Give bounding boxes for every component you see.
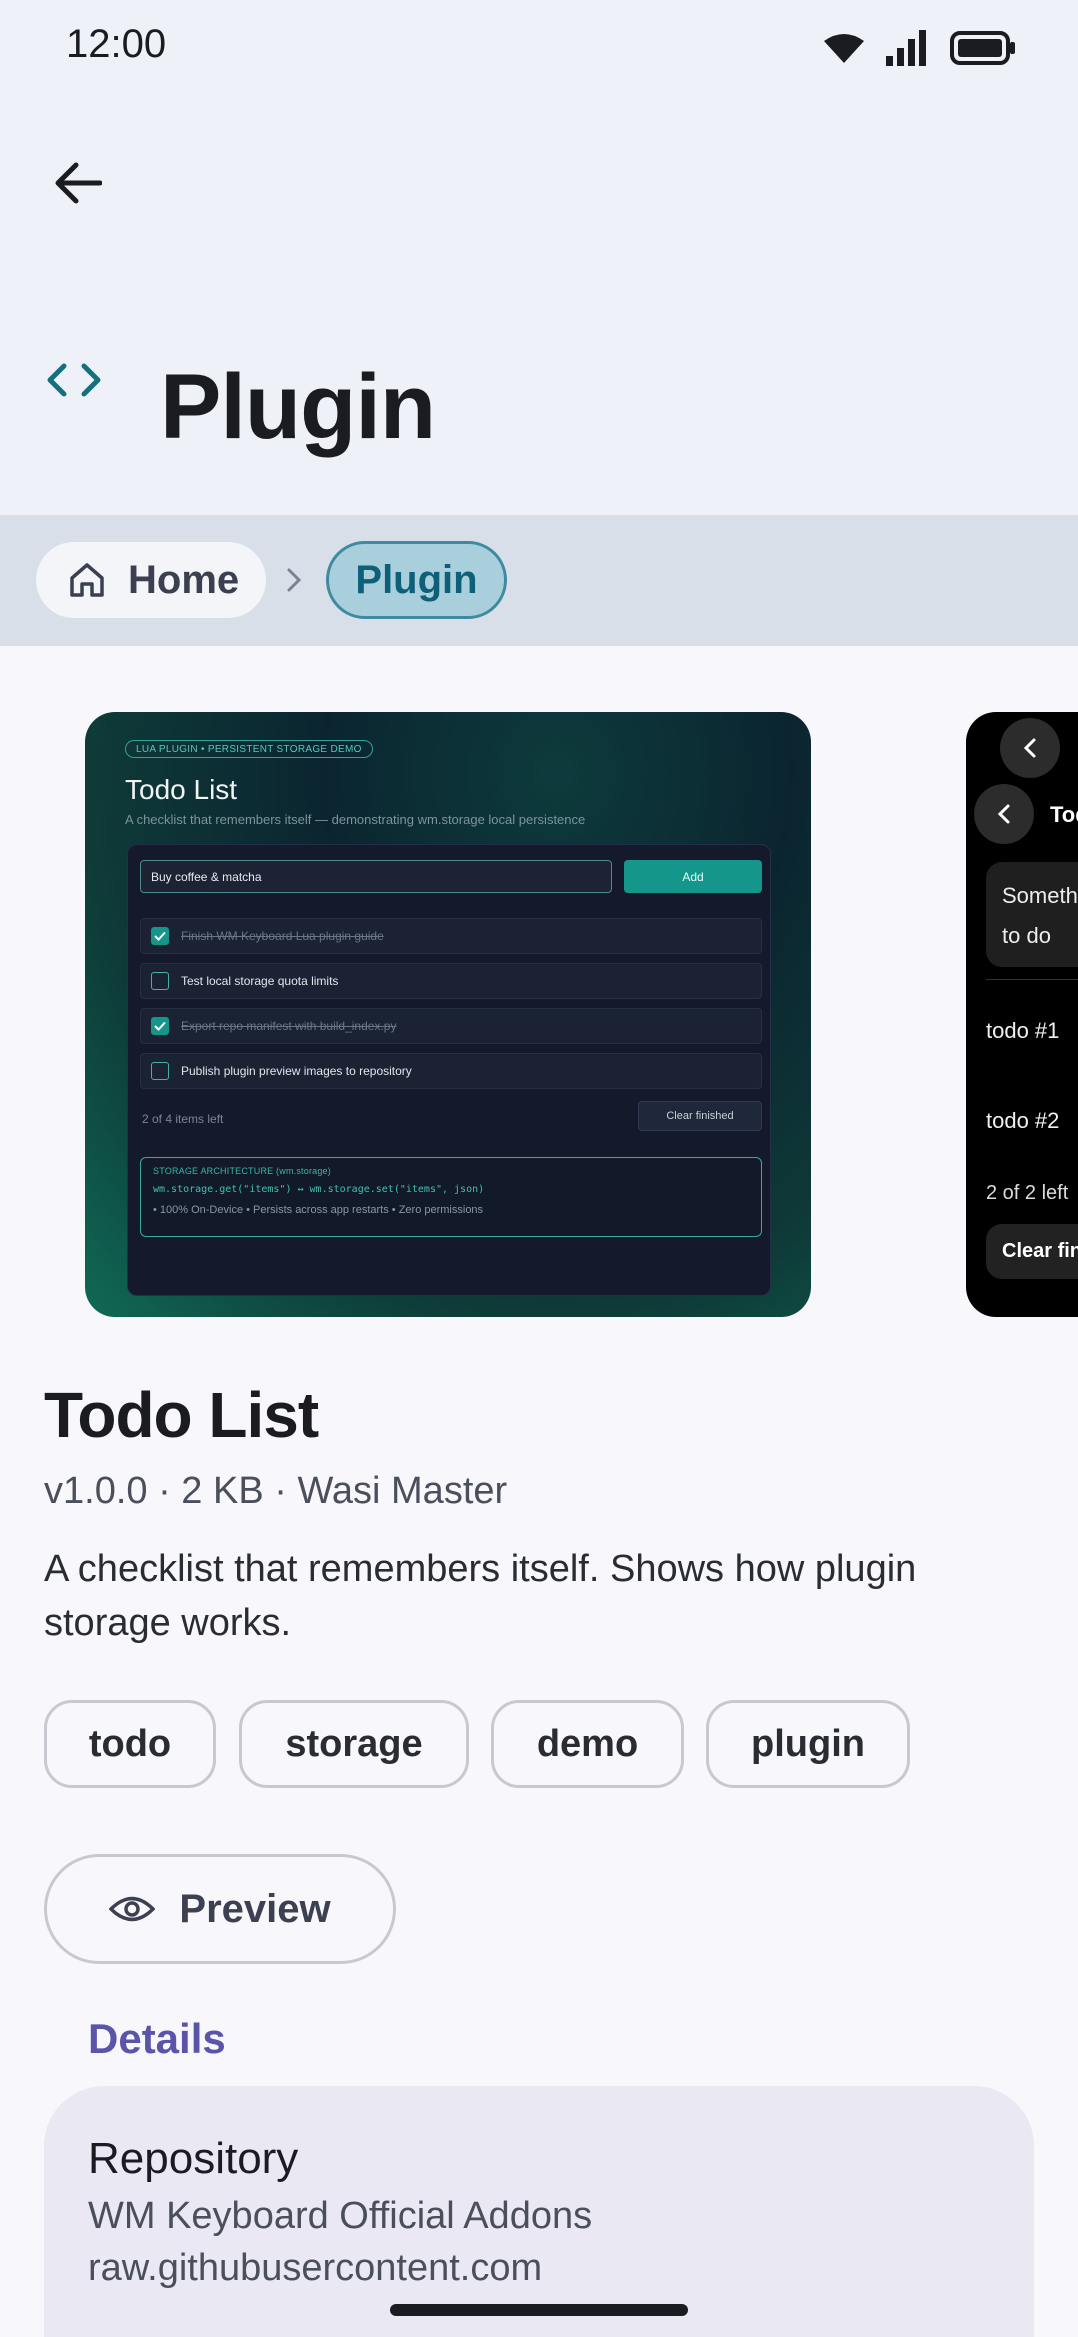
- tag-storage[interactable]: storage: [239, 1700, 469, 1788]
- back-button[interactable]: [40, 145, 116, 221]
- add-button: Add: [624, 860, 762, 893]
- todo-item: Publish plugin preview images to reposit…: [140, 1053, 762, 1089]
- chevron-right-icon: [286, 562, 310, 598]
- todo-item-text: Export repo manifest with build_index.py: [181, 1019, 397, 1033]
- eye-icon: [109, 1896, 156, 1922]
- signal-icon: [886, 30, 926, 66]
- items-left-count: 2 of 2 left: [986, 1182, 1069, 1204]
- screenshot-preview-2[interactable]: Todo Something to do todo #1 todo #2 2 o…: [966, 712, 1078, 1317]
- todo-item: todo #1: [986, 1018, 1060, 1043]
- preview-button[interactable]: Preview: [44, 1854, 396, 1964]
- screenshot-2-input: Something to do: [986, 862, 1078, 967]
- todo-item: Export repo manifest with build_index.py: [140, 1008, 762, 1044]
- screenshot-subtitle: A checklist that remembers itself — demo…: [125, 812, 586, 827]
- items-left-count: 2 of 4 items left: [142, 1112, 224, 1126]
- preview-label: Preview: [179, 1886, 331, 1931]
- repository-label: Repository: [88, 2134, 299, 2183]
- storage-code: wm.storage.get("items") ↔ wm.storage.set…: [153, 1184, 485, 1195]
- status-icons: [824, 26, 1016, 70]
- todo-item-text: Finish WM Keyboard Lua plugin guide: [181, 929, 384, 943]
- screenshot-2-title: Todo: [1050, 802, 1078, 827]
- battery-icon: [950, 31, 1015, 65]
- arrow-left-icon: [55, 162, 102, 204]
- details-heading: Details: [88, 2015, 226, 2062]
- plugin-badge: LUA PLUGIN • PERSISTENT STORAGE DEMO: [125, 740, 373, 758]
- breadcrumb-plugin[interactable]: Plugin: [326, 541, 507, 619]
- page-title: Plugin: [160, 356, 436, 458]
- clear-finished-button: Clear finished: [638, 1101, 762, 1131]
- todo-input: Buy coffee & matcha: [140, 860, 612, 893]
- todo-item: Finish WM Keyboard Lua plugin guide: [140, 918, 762, 954]
- breadcrumb-home-label: Home: [128, 557, 240, 602]
- checkbox-icon: [151, 1062, 169, 1080]
- status-time: 12:00: [66, 22, 167, 66]
- storage-architecture-heading: STORAGE ARCHITECTURE (wm.storage): [153, 1166, 331, 1176]
- todo-item-text: Test local storage quota limits: [181, 974, 339, 988]
- chevron-left-icon: [974, 784, 1034, 844]
- screenshot-preview-1[interactable]: LUA PLUGIN • PERSISTENT STORAGE DEMO Tod…: [85, 712, 811, 1317]
- storage-architecture-box: STORAGE ARCHITECTURE (wm.storage) wm.sto…: [140, 1157, 762, 1237]
- breadcrumb-plugin-label: Plugin: [355, 557, 478, 602]
- breadcrumb-home[interactable]: Home: [36, 542, 266, 618]
- todo-item: Test local storage quota limits: [140, 963, 762, 999]
- screenshot-title: Todo List: [125, 774, 238, 805]
- checkbox-icon: [151, 972, 169, 990]
- wifi-icon: [824, 34, 864, 63]
- todo-item: todo #2: [986, 1108, 1060, 1133]
- checkbox-checked-icon: [151, 927, 169, 945]
- code-icon: [44, 350, 104, 410]
- tag-plugin[interactable]: plugin: [706, 1700, 910, 1788]
- plugin-name: Todo List: [44, 1379, 319, 1451]
- todo-item-text: Publish plugin preview images to reposit…: [181, 1064, 412, 1078]
- todo-panel: Buy coffee & matcha Add Finish WM Keyboa…: [127, 844, 771, 1296]
- divider: [986, 979, 1078, 980]
- repository-name: WM Keyboard Official Addons: [88, 2195, 593, 2237]
- chevron-left-icon: [1000, 718, 1060, 778]
- tag-demo[interactable]: demo: [491, 1700, 684, 1788]
- plugin-meta: v1.0.0 · 2 KB · Wasi Master: [44, 1470, 508, 1512]
- storage-features: • 100% On-Device • Persists across app r…: [153, 1204, 484, 1216]
- checkbox-checked-icon: [151, 1017, 169, 1035]
- clear-finished-button: Clear finished: [986, 1224, 1078, 1279]
- plugin-description: A checklist that remembers itself. Shows…: [44, 1548, 917, 1644]
- tag-todo[interactable]: todo: [44, 1700, 216, 1788]
- home-icon: [70, 563, 104, 597]
- home-indicator[interactable]: [390, 2304, 688, 2316]
- repository-host: raw.githubusercontent.com: [88, 2247, 543, 2289]
- title-row: [44, 350, 104, 410]
